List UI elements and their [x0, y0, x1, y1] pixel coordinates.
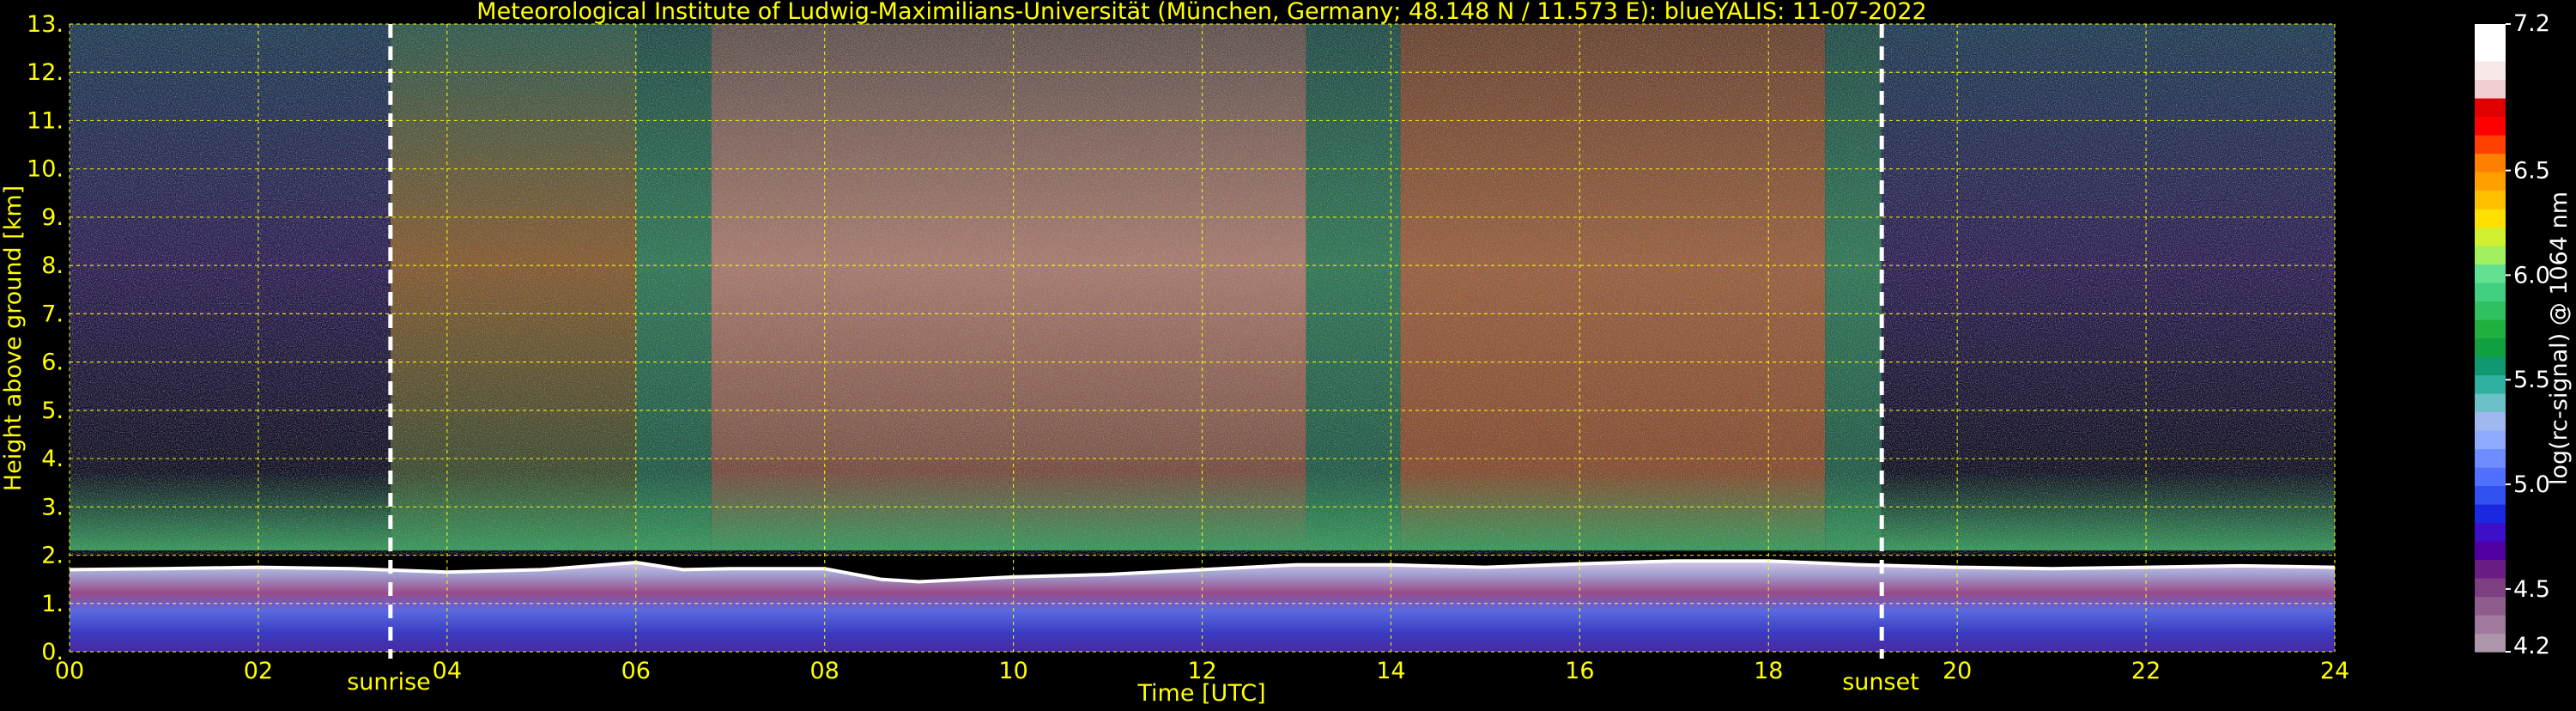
x-tick-label: 18 — [1754, 658, 1783, 684]
y-tick-label: 6. — [41, 349, 64, 376]
colorbar-segment — [2475, 596, 2506, 616]
colorbar-tick-label: 6.5 — [2513, 158, 2550, 185]
colorbar-segment — [2475, 504, 2506, 524]
x-tick-label: 22 — [2131, 658, 2161, 684]
colorbar-tick-label: 7.2 — [2513, 10, 2550, 37]
colorbar-segment — [2475, 578, 2506, 598]
x-tick-label: 14 — [1376, 658, 1405, 684]
x-axis-label: Time [UTC] — [1136, 680, 1265, 707]
colorbar-segment — [2475, 615, 2506, 635]
y-tick-label: 3. — [41, 494, 64, 520]
colorbar-segment — [2475, 98, 2506, 118]
colorbar-segment — [2475, 246, 2506, 265]
colorbar-segment — [2475, 541, 2506, 561]
x-tick-label: 08 — [809, 658, 839, 684]
sunset-label: sunset — [1842, 669, 1919, 696]
colorbar-segment — [2475, 135, 2506, 155]
colorbar-segment — [2475, 190, 2506, 210]
y-tick-label: 2. — [41, 543, 64, 569]
colorbar-segment — [2475, 42, 2506, 62]
colorbar-tick-label: 5.0 — [2513, 471, 2550, 498]
y-tick-label: 12. — [27, 59, 64, 86]
colorbar-segment — [2475, 116, 2506, 136]
colorbar-segment — [2475, 153, 2506, 173]
colorbar-segment — [2475, 283, 2506, 302]
colorbar-segment — [2475, 337, 2506, 357]
colorbar-segment — [2475, 209, 2506, 228]
x-tick-label: 10 — [998, 658, 1027, 684]
colorbar-tick-label: 4.5 — [2513, 576, 2550, 603]
y-tick-label: 1. — [41, 591, 64, 617]
colorbar-segment — [2475, 319, 2506, 339]
bright-noise-layer — [711, 24, 1306, 459]
x-tick-label: 04 — [433, 658, 462, 684]
colorbar-segment — [2475, 448, 2506, 468]
colorbar-segment — [2475, 374, 2506, 394]
x-tick-label: 06 — [621, 658, 651, 684]
colorbar-segment — [2475, 264, 2506, 283]
y-tick-label: 5. — [41, 398, 64, 424]
colorbar-segment — [2475, 522, 2506, 542]
y-tick-label: 9. — [41, 204, 64, 231]
x-tick-label: 24 — [2320, 658, 2349, 684]
colorbar-segment — [2475, 172, 2506, 191]
y-tick-label: 8. — [41, 252, 64, 279]
colorbar-segment — [2475, 301, 2506, 320]
colorbar-tick-label: 5.5 — [2513, 367, 2550, 393]
lidar-chart: 00 02 04 06 08 10 12 14 16 18 20 22 24 0. 1. 2. 3. 4. 5. 6… — [0, 0, 2576, 708]
colorbar-segment — [2475, 61, 2506, 81]
colorbar-segment — [2475, 79, 2506, 99]
colorbar-tick-label: 4.2 — [2513, 633, 2550, 659]
chart-svg: 00 02 04 06 08 10 12 14 16 18 20 22 24 0.1.2.3.4.5.6… — [0, 0, 2576, 708]
y-tick-label: 7. — [41, 301, 64, 327]
colorbar-segment — [2475, 411, 2506, 431]
colorbar-segment — [2475, 393, 2506, 413]
colorbar-label: log(rc-signal) @ 1064 nm — [2546, 191, 2573, 485]
colorbar-segment — [2475, 485, 2506, 505]
colorbar-segment — [2475, 467, 2506, 487]
x-tick-label: 02 — [244, 658, 273, 684]
colorbar-segment — [2475, 633, 2506, 653]
y-tick-label: 0. — [41, 639, 64, 665]
colorbar-segment — [2475, 24, 2506, 44]
y-tick-label: 11. — [27, 107, 64, 134]
chart-title: Meteorological Institute of Ludwig-Maxim… — [476, 0, 1926, 25]
y-tick-label: 10. — [27, 156, 64, 183]
colorbar-segment — [2475, 430, 2506, 450]
y-tick-label: 4. — [41, 446, 64, 472]
colorbar-tick-label: 6.0 — [2513, 262, 2550, 289]
colorbar-segment — [2475, 227, 2506, 246]
y-tick-label: 13. — [27, 11, 64, 38]
y-axis-label: Height above ground [km] — [0, 185, 27, 491]
colorbar-segment — [2475, 559, 2506, 579]
x-tick-label: 20 — [1943, 658, 1972, 684]
sunrise-label: sunrise — [347, 669, 431, 696]
x-tick-label: 16 — [1565, 658, 1594, 684]
colorbar-segment — [2475, 356, 2506, 376]
colorbar — [2475, 24, 2506, 653]
